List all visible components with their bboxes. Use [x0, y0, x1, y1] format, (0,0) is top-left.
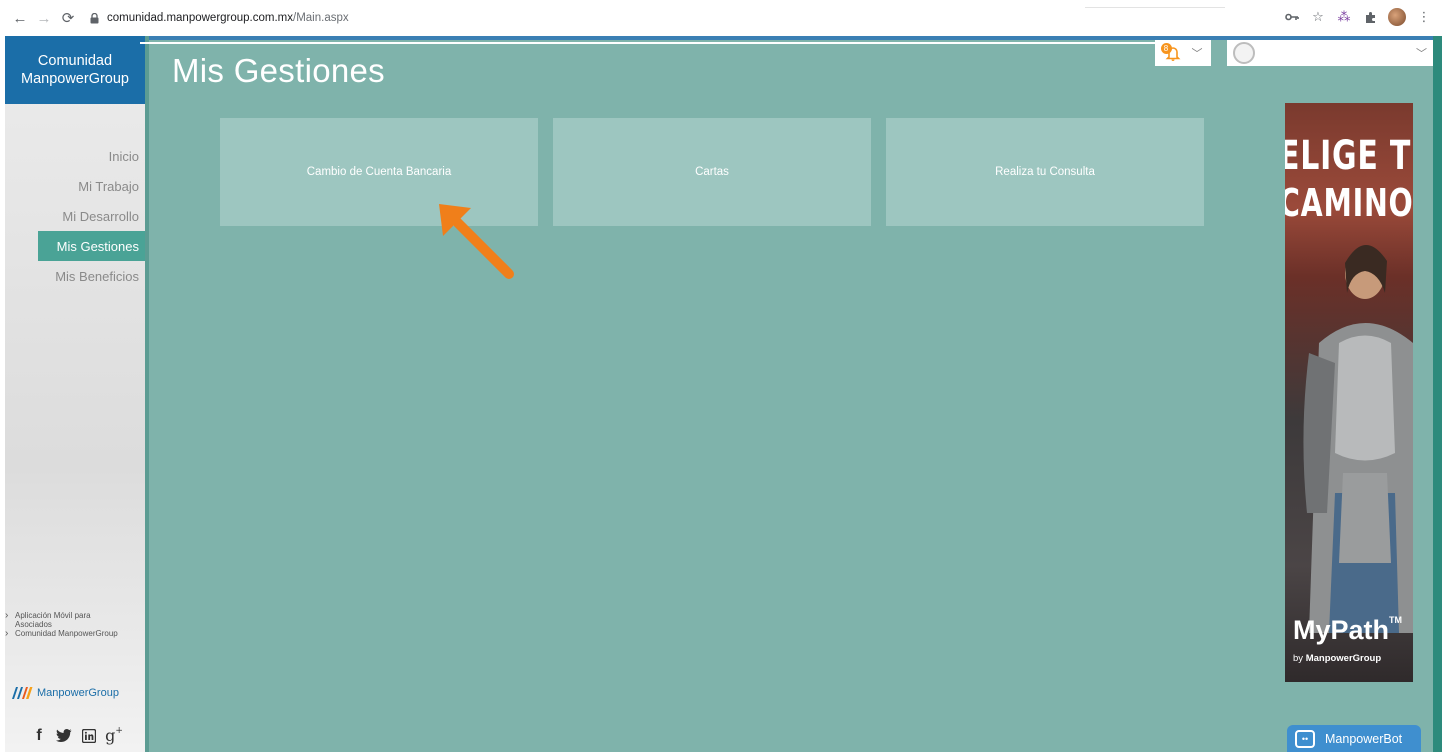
- back-arrow-icon[interactable]: ←: [9, 7, 31, 29]
- key-icon[interactable]: [1284, 9, 1300, 25]
- brand-line2: ManpowerGroup: [21, 71, 129, 87]
- manpowergroup-logo: ManpowerGroup: [11, 686, 119, 700]
- tile-realiza-consulta[interactable]: Realiza tu Consulta: [886, 118, 1204, 226]
- chevron-down-icon: ﹀: [1416, 48, 1427, 60]
- extension-grape-icon[interactable]: ⁂: [1336, 9, 1352, 25]
- logo-text: ManpowerGroup: [37, 687, 119, 699]
- sidebar-item-mi-trabajo[interactable]: Mi Trabajo: [5, 171, 145, 201]
- notifications-dropdown[interactable]: 8 ﹀: [1155, 40, 1211, 66]
- header-white-line: [140, 42, 1160, 44]
- sidebar-item-inicio[interactable]: Inicio: [5, 141, 145, 171]
- ad-by-prefix: by: [1293, 653, 1306, 664]
- linkedin-icon[interactable]: [81, 728, 97, 743]
- brand-header[interactable]: Comunidad ManpowerGroup: [5, 36, 145, 104]
- mypath-ad-banner[interactable]: ELIGE TU CAMINO E MyPathTM by ManpowerGr…: [1285, 103, 1413, 682]
- chevron-right-icon: ›: [5, 628, 9, 639]
- profile-avatar-icon[interactable]: [1388, 8, 1406, 26]
- user-menu-dropdown[interactable]: ﹀: [1227, 40, 1433, 66]
- puzzle-icon[interactable]: [1362, 9, 1378, 25]
- chatbot-icon: ••: [1295, 729, 1315, 748]
- ad-by-brand: ManpowerGroup: [1305, 653, 1382, 664]
- ad-headline-line2: CAMINO E: [1285, 181, 1413, 225]
- manpower-logo-icon: [12, 687, 33, 699]
- more-vertical-icon[interactable]: ⋮: [1416, 9, 1432, 25]
- tile-cartas[interactable]: Cartas: [553, 118, 871, 226]
- address-bar[interactable]: comunidad.manpowergroup.com.mx/Main.aspx: [87, 7, 1167, 29]
- twitter-icon[interactable]: [56, 729, 72, 742]
- pointer-arrow-icon: [439, 204, 514, 279]
- lock-icon: [87, 12, 101, 24]
- sidebar-item-mi-desarrollo[interactable]: Mi Desarrollo: [5, 201, 145, 231]
- sidebar-item-mis-gestiones[interactable]: Mis Gestiones: [38, 231, 145, 261]
- reload-icon[interactable]: ⟳: [57, 7, 79, 29]
- link-app-movil-label: Aplicación Móvil para: [15, 611, 91, 620]
- main-right-edge: [1433, 36, 1442, 752]
- forward-arrow-icon[interactable]: →: [33, 7, 55, 29]
- ad-by-line: by ManpowerGroup: [1293, 653, 1381, 664]
- link-app-movil-label2: Asociados: [15, 620, 52, 629]
- chevron-down-icon: ﹀: [1191, 48, 1203, 60]
- user-avatar-icon: [1233, 42, 1255, 64]
- url-host: comunidad.manpowergroup.com.mx: [107, 12, 294, 24]
- browser-extension-icons: ☆ ⁂ ⋮: [1284, 7, 1432, 27]
- divider: [1085, 7, 1225, 8]
- url-path: /Main.aspx: [293, 12, 349, 24]
- sidebar-links: › Aplicación Móvil para Asociados › Comu…: [5, 610, 145, 639]
- ad-brand-tm: TM: [1389, 615, 1403, 625]
- gestiones-tiles: Cambio de Cuenta Bancaria Cartas Realiza…: [220, 118, 1204, 226]
- link-comunidad[interactable]: › Comunidad ManpowerGroup: [5, 628, 145, 639]
- manpowerbot-label: ManpowerBot: [1325, 731, 1403, 746]
- ad-brand: MyPathTM: [1293, 615, 1402, 646]
- sidebar-menu: Inicio Mi Trabajo Mi Desarrollo Mis Gest…: [5, 141, 145, 291]
- brand-line1: Comunidad: [37, 53, 113, 69]
- ad-brand-name: MyPath: [1293, 615, 1390, 645]
- facebook-icon[interactable]: f: [31, 727, 47, 745]
- manpowerbot-button[interactable]: •• ManpowerBot: [1287, 725, 1421, 752]
- notification-count-badge: 8: [1160, 43, 1172, 54]
- chevron-right-icon: ›: [5, 610, 9, 621]
- social-icons: f g +: [31, 726, 123, 745]
- star-icon[interactable]: ☆: [1310, 9, 1326, 25]
- knight-woman-image: [1303, 244, 1413, 633]
- browser-toolbar: ← → ⟳ comunidad.manpowergroup.com.mx/Mai…: [0, 0, 1442, 36]
- sidebar: Comunidad ManpowerGroup Inicio Mi Trabaj…: [5, 36, 145, 752]
- ad-headline-line1: ELIGE TU: [1285, 133, 1413, 179]
- google-plus-icon[interactable]: g +: [105, 726, 123, 745]
- main-left-edge: [145, 36, 149, 752]
- bell-icon: 8: [1160, 43, 1182, 61]
- page-title: Mis Gestiones: [172, 52, 385, 89]
- link-comunidad-label: Comunidad ManpowerGroup: [15, 629, 118, 638]
- sidebar-item-mis-beneficios[interactable]: Mis Beneficios: [5, 261, 145, 291]
- link-app-movil[interactable]: › Aplicación Móvil para Asociados: [5, 610, 145, 630]
